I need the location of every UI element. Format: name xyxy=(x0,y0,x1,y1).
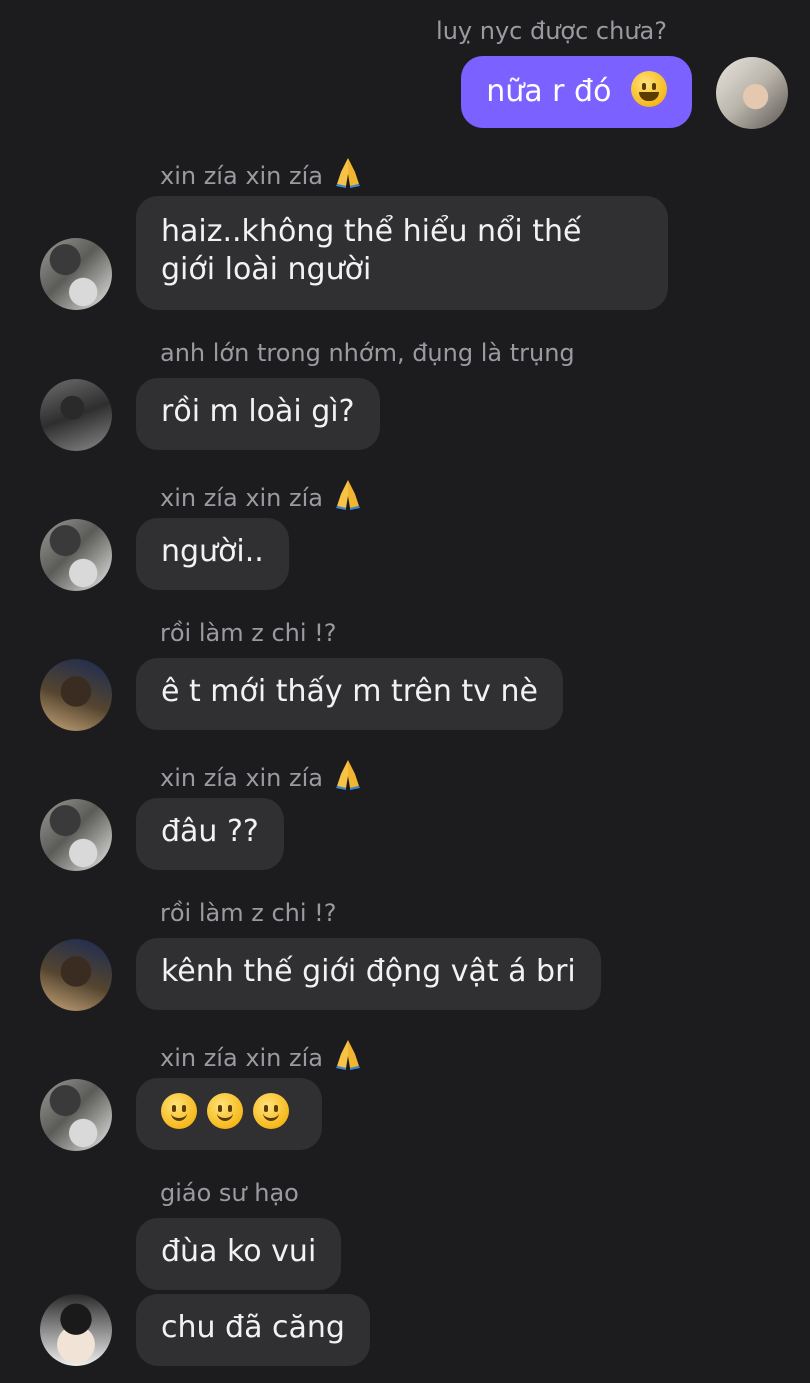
sender-name: giáo sư hạo xyxy=(160,1179,299,1207)
message-bubble[interactable]: rồi m loài gì? xyxy=(136,378,380,450)
sender-name: rồi làm z chi !? xyxy=(160,899,337,927)
message-bubble[interactable]: haiz..không thể hiểu nổi thế giới loài n… xyxy=(136,196,668,310)
avatar-anh-lon[interactable] xyxy=(40,379,112,451)
message-bubble[interactable]: kênh thế giới động vật á bri xyxy=(136,938,601,1010)
avatar-roi-lam-z-chi[interactable] xyxy=(40,659,112,731)
folded-hands-emoji xyxy=(336,158,360,188)
folded-hands-emoji xyxy=(336,760,360,790)
avatar-me[interactable] xyxy=(716,57,788,129)
message-text: nữa r đó xyxy=(486,74,612,109)
grinning-face-emoji xyxy=(631,71,667,107)
avatar-giao-su-hao[interactable] xyxy=(40,1294,112,1366)
sender-name: xin zía xin zía xyxy=(160,758,365,793)
message-bubble[interactable]: ê t mới thấy m trên tv nè xyxy=(136,658,563,730)
message-bubble-outgoing[interactable]: nữa r đó xyxy=(461,56,692,128)
sender-name: xin zía xin zía xyxy=(160,478,365,513)
avatar-xin-zia[interactable] xyxy=(40,519,112,591)
sender-name: anh lớn trong nhớm, đụng là trụng xyxy=(160,339,575,367)
avatar-xin-zia[interactable] xyxy=(40,1079,112,1151)
avatar-xin-zia[interactable] xyxy=(40,238,112,310)
sender-name: xin zía xin zía xyxy=(160,1038,365,1073)
chat-thread[interactable]: luỵ nyc được chưa? nữa r đó xin zía xin … xyxy=(0,0,810,1383)
slightly-smiling-face-emoji xyxy=(161,1093,197,1129)
sender-name: xin zía xin zía xyxy=(160,156,365,191)
folded-hands-emoji xyxy=(336,480,360,510)
message-bubble[interactable]: chu đã căng xyxy=(136,1294,370,1366)
sender-name: luỵ nyc được chưa? xyxy=(436,17,667,45)
avatar-xin-zia[interactable] xyxy=(40,799,112,871)
message-bubble-emoji[interactable] xyxy=(136,1078,322,1150)
message-bubble[interactable]: đâu ?? xyxy=(136,798,284,870)
slightly-smiling-face-emoji xyxy=(253,1093,289,1129)
folded-hands-emoji xyxy=(336,1040,360,1070)
slightly-smiling-face-emoji xyxy=(207,1093,243,1129)
avatar-roi-lam-z-chi[interactable] xyxy=(40,939,112,1011)
sender-name: rồi làm z chi !? xyxy=(160,619,337,647)
message-bubble[interactable]: người.. xyxy=(136,518,289,590)
message-bubble[interactable]: đùa ko vui xyxy=(136,1218,342,1290)
